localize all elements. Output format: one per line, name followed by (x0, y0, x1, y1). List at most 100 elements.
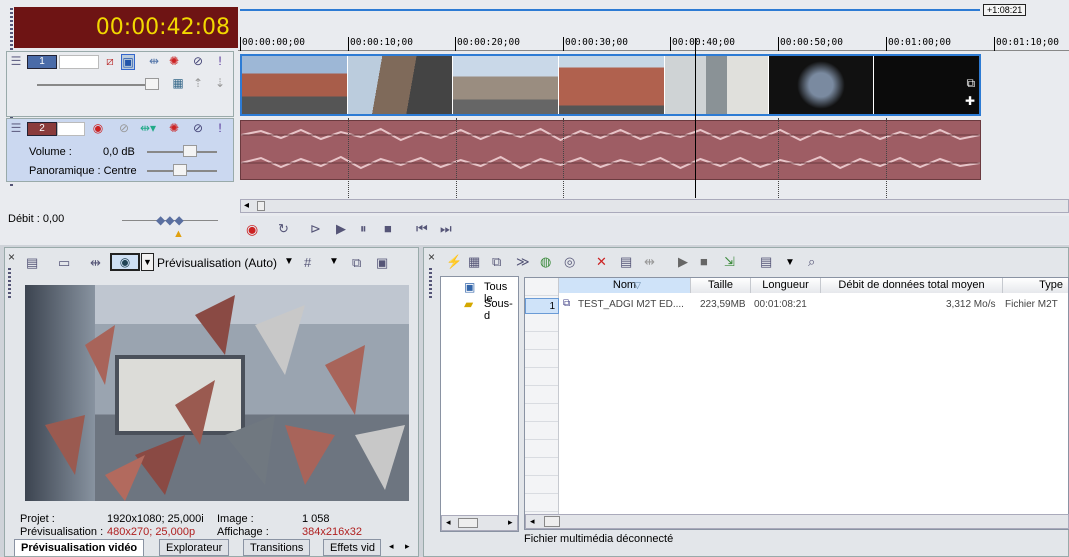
track-grip-icon[interactable]: ☰ (9, 121, 23, 135)
track-fx-icon[interactable]: ✺ (167, 121, 181, 135)
column-header-rate[interactable]: Débit de données total moyen (821, 278, 1003, 293)
overlay-toggle-icon[interactable]: ◉ (110, 253, 140, 271)
tree-item-subfolder[interactable]: Sous-d (484, 298, 518, 322)
level-slider-track[interactable] (37, 84, 157, 86)
tab-scroll-right-icon[interactable]: ▸ (405, 541, 410, 552)
rate-thumb-icon[interactable]: ◆◆◆ (156, 213, 184, 227)
import-media-icon[interactable]: ⚡ (446, 254, 462, 270)
media-properties-icon[interactable]: ▤ (620, 254, 632, 270)
close-icon[interactable]: × (8, 250, 15, 264)
overlay-dropdown-icon[interactable]: ▼ (141, 253, 154, 271)
mute-icon[interactable]: ⊘ (191, 121, 205, 135)
extract-audio-icon[interactable]: ⧉ (492, 254, 501, 270)
pause-icon[interactable]: ⏸ (360, 221, 367, 237)
scroll-left-icon[interactable]: ◂ (244, 200, 249, 211)
external-monitor-icon[interactable]: ▭ (58, 255, 70, 271)
scroll-left-icon[interactable]: ◂ (530, 516, 535, 527)
tab-video-effects[interactable]: Effets vid (323, 539, 381, 556)
make-child-icon[interactable]: ⇡ (191, 76, 205, 90)
tab-explorer[interactable]: Explorateur (159, 539, 230, 556)
stop-icon[interactable]: ■ (384, 221, 392, 236)
column-header-size[interactable]: Taille (691, 278, 751, 293)
composite-mode-icon[interactable]: ⧄ (103, 54, 117, 69)
grid-dropdown-icon[interactable]: ▼ (329, 256, 339, 267)
pane-grip[interactable] (429, 268, 432, 298)
close-icon[interactable]: × (428, 250, 435, 264)
scroll-thumb[interactable] (544, 516, 560, 527)
track-fx-icon[interactable]: ✺ (167, 54, 181, 68)
column-header-type[interactable]: Type (1003, 278, 1068, 293)
go-to-end-icon[interactable]: ⏭ (440, 221, 452, 237)
level-slider-thumb[interactable] (145, 78, 159, 90)
video-preview[interactable] (25, 285, 409, 501)
quality-dropdown-icon[interactable]: ▼ (284, 256, 294, 267)
magnifier-icon[interactable]: ⌕ (808, 254, 815, 270)
delete-icon[interactable]: ✕ (596, 254, 607, 270)
folder-tree[interactable]: ▣ Tous le ▰ Sous-d ◂ ▸ (440, 276, 519, 532)
scroll-left-icon[interactable]: ◂ (446, 517, 451, 528)
play-icon[interactable]: ▶ (336, 221, 346, 237)
expand-track-icon[interactable]: ⇹ (147, 54, 161, 68)
split-screen-icon[interactable]: ⇹ (90, 255, 101, 271)
scroll-thumb[interactable] (257, 201, 265, 211)
volume-slider-track[interactable] (147, 151, 217, 153)
sort-icon[interactable]: ▽ (634, 280, 641, 291)
get-media-icon[interactable]: ≫ (516, 254, 530, 270)
event-fx-icon[interactable]: ✚ (965, 94, 975, 108)
video-track-header[interactable]: ☰ 1 ⧄ ▣ ⇹ ✺ ⊘ ! ▦ ⇡ ⇣ (6, 51, 234, 117)
auto-preview-icon[interactable]: ⇲ (724, 254, 735, 270)
solo-icon[interactable]: ! (213, 54, 227, 68)
tab-video-preview[interactable]: Prévisualisation vidéo (14, 539, 145, 556)
go-to-start-icon[interactable]: ⏮ (416, 221, 428, 237)
audio-event[interactable] (240, 120, 981, 180)
time-ruler[interactable]: 00:00:00;00 00:00:10;00 00:00:20;00 00:0… (238, 33, 1069, 51)
volume-slider-thumb[interactable] (183, 145, 197, 157)
tree-scrollbar[interactable]: ◂ ▸ (441, 515, 518, 531)
timeline-scrollbar[interactable]: ◂ (240, 199, 1069, 213)
preview-quality-select[interactable]: Prévisualisation (Auto) (157, 256, 277, 270)
crop-icon[interactable]: ⧉ (966, 76, 975, 91)
copy-snapshot-icon[interactable]: ⧉ (352, 255, 361, 271)
video-event[interactable]: ⧉ ✚ (240, 54, 981, 116)
tab-transitions[interactable]: Transitions (243, 539, 311, 556)
scroll-right-icon[interactable]: ▸ (508, 517, 513, 528)
playhead-cursor[interactable] (695, 38, 696, 198)
track-name-field[interactable] (59, 55, 99, 69)
track-grip-icon[interactable]: ☰ (9, 54, 23, 68)
scroll-thumb[interactable] (458, 518, 478, 528)
track-effects-icon[interactable]: ⇹▾ (137, 121, 159, 135)
preview-properties-icon[interactable]: ▤ (26, 255, 38, 271)
save-snapshot-icon[interactable]: ▣ (376, 255, 388, 271)
media-name[interactable]: TEST_ADGI M2T ED.... (578, 299, 684, 310)
views-dropdown-icon[interactable]: ▼ (785, 257, 795, 268)
invert-phase-icon[interactable]: ⊘ (117, 121, 131, 135)
grid-icon[interactable]: # (304, 255, 311, 270)
column-header-name[interactable]: Nom (559, 278, 691, 293)
play-from-start-icon[interactable]: ⊳ (310, 221, 321, 237)
web-media-icon[interactable]: ◍ (540, 254, 551, 270)
make-parent-icon[interactable]: ⇣ (213, 76, 227, 90)
media-list[interactable]: Nom ▽ Taille Longueur Débit de données t… (524, 277, 1069, 530)
views-icon[interactable]: ▤ (760, 254, 772, 270)
column-header-length[interactable]: Longueur (751, 278, 821, 293)
parent-composite-icon[interactable]: ▦ (171, 76, 185, 90)
mute-icon[interactable]: ⊘ (191, 54, 205, 68)
pane-grip[interactable] (8, 268, 11, 298)
tab-scroll-left-icon[interactable]: ◂ (389, 541, 394, 552)
record-icon[interactable]: ◉ (246, 221, 258, 238)
arm-record-icon[interactable]: ◉ (91, 121, 105, 135)
row-index[interactable]: 1 (525, 298, 559, 314)
timeline-overview-bar[interactable] (240, 3, 980, 11)
pan-slider-thumb[interactable] (173, 164, 187, 176)
search-media-icon[interactable]: ◎ (564, 254, 575, 270)
solo-icon[interactable]: ! (213, 121, 227, 135)
loop-icon[interactable]: ↻ (278, 221, 289, 237)
audio-track-header[interactable]: ☰ 2 ◉ ⊘ ⇹▾ ✺ ⊘ ! Volume : 0,0 dB Panoram… (6, 118, 234, 182)
capture-video-icon[interactable]: ▦ (468, 254, 480, 270)
preview-play-icon[interactable]: ▶ (678, 254, 688, 270)
preview-stop-icon[interactable]: ■ (700, 254, 708, 269)
list-scrollbar[interactable]: ◂ (525, 514, 1069, 529)
media-fx-icon[interactable]: ⇹ (644, 254, 655, 270)
track-name-field[interactable] (57, 122, 85, 136)
track-motion-icon[interactable]: ▣ (121, 54, 135, 70)
